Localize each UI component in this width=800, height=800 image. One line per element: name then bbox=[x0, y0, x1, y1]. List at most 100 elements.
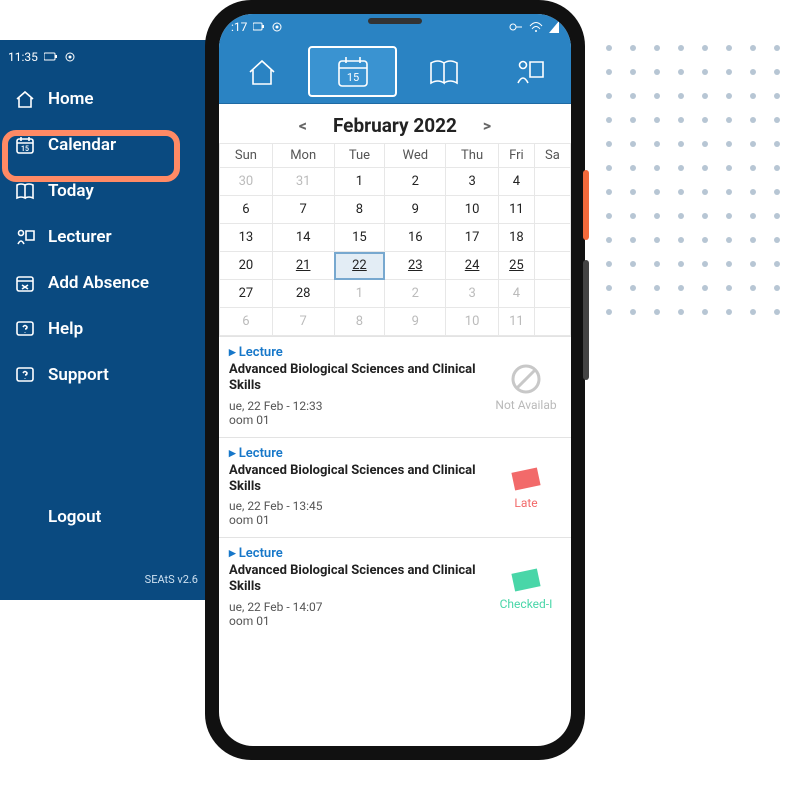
calendar-day[interactable]: 13 bbox=[220, 224, 273, 252]
event-item[interactable]: LectureAdvanced Biological Sciences and … bbox=[219, 537, 571, 638]
sidebar-item-support[interactable]: Support bbox=[0, 352, 210, 398]
weekday-header: Wed bbox=[385, 144, 446, 168]
calendar-grid: SunMonTueWedThuFriSa 3031123467891011131… bbox=[219, 143, 571, 336]
calendar-day[interactable]: 18 bbox=[499, 224, 535, 252]
not-available-icon bbox=[509, 362, 543, 396]
calendar-day[interactable]: 3 bbox=[446, 168, 499, 196]
battery-icon bbox=[44, 52, 58, 62]
calendar-day[interactable]: 6 bbox=[220, 308, 273, 336]
tab-lecturer[interactable] bbox=[486, 40, 571, 103]
calendar-day[interactable]: 4 bbox=[499, 280, 535, 308]
calendar-day[interactable]: 7 bbox=[272, 196, 334, 224]
calendar-day[interactable]: 1 bbox=[334, 280, 385, 308]
event-tag: Lecture bbox=[229, 546, 561, 561]
sidebar-item-label: Support bbox=[48, 365, 109, 385]
next-month-button[interactable]: > bbox=[475, 112, 499, 139]
calendar-day[interactable]: 7 bbox=[272, 308, 334, 336]
sidebar-time: 11:35 bbox=[8, 50, 38, 64]
calendar-day[interactable]: 16 bbox=[385, 224, 446, 252]
sidebar-item-label: Today bbox=[48, 181, 94, 201]
calendar-day[interactable]: 30 bbox=[220, 168, 273, 196]
calendar-day[interactable]: 21 bbox=[272, 252, 334, 280]
battery-icon bbox=[253, 22, 265, 32]
calendar-day[interactable]: 22 bbox=[334, 252, 385, 280]
event-room: oom 01 bbox=[229, 513, 561, 527]
signal-icon bbox=[549, 21, 559, 33]
calendar-day[interactable]: 31 bbox=[272, 168, 334, 196]
calendar-day[interactable]: 15 bbox=[334, 224, 385, 252]
help-icon bbox=[14, 318, 36, 340]
calendar-day[interactable]: 2 bbox=[385, 168, 446, 196]
tab-bar: 15 bbox=[219, 40, 571, 104]
absence-icon bbox=[14, 272, 36, 294]
month-label: February 2022 bbox=[333, 114, 457, 137]
calendar-day[interactable]: 11 bbox=[499, 196, 535, 224]
event-status: Not Availab bbox=[487, 362, 565, 412]
tab-calendar[interactable]: 15 bbox=[308, 46, 397, 97]
weekday-header: Fri bbox=[499, 144, 535, 168]
sidebar-item-label: Home bbox=[48, 89, 94, 109]
weekday-header: Sun bbox=[220, 144, 273, 168]
event-room: oom 01 bbox=[229, 413, 561, 427]
wifi-icon bbox=[529, 21, 543, 33]
tab-today[interactable] bbox=[401, 40, 486, 103]
phone-power-button bbox=[583, 170, 589, 240]
calendar-day[interactable]: 8 bbox=[334, 308, 385, 336]
sidebar-item-logout[interactable]: Logout bbox=[0, 494, 210, 540]
gear-icon bbox=[271, 21, 283, 33]
calendar-day bbox=[534, 168, 570, 196]
weekday-header: Thu bbox=[446, 144, 499, 168]
weekday-header: Mon bbox=[272, 144, 334, 168]
sidebar-version: SEAtS v2.6 bbox=[145, 573, 198, 586]
calendar-day[interactable]: 1 bbox=[334, 168, 385, 196]
sidebar-item-today[interactable]: Today bbox=[0, 168, 210, 214]
calendar-day[interactable]: 27 bbox=[220, 280, 273, 308]
event-status: Checked-I bbox=[487, 565, 565, 611]
calendar-day[interactable]: 2 bbox=[385, 280, 446, 308]
spacer-icon bbox=[14, 506, 36, 528]
late-ticket-icon bbox=[509, 464, 543, 494]
event-item[interactable]: LectureAdvanced Biological Sciences and … bbox=[219, 437, 571, 538]
calendar-day[interactable]: 10 bbox=[446, 308, 499, 336]
sidebar: 11:35 Home 15 Calendar Today Lecturer Ad… bbox=[0, 40, 210, 600]
event-tag: Lecture bbox=[229, 446, 561, 461]
calendar-day[interactable]: 24 bbox=[446, 252, 499, 280]
calendar-day[interactable]: 8 bbox=[334, 196, 385, 224]
sidebar-item-home[interactable]: Home bbox=[0, 76, 210, 122]
gear-icon bbox=[64, 51, 76, 63]
calendar-day[interactable]: 6 bbox=[220, 196, 273, 224]
calendar-day[interactable]: 28 bbox=[272, 280, 334, 308]
calendar-day[interactable]: 4 bbox=[499, 168, 535, 196]
calendar-day[interactable]: 23 bbox=[385, 252, 446, 280]
sidebar-item-add-absence[interactable]: Add Absence bbox=[0, 260, 210, 306]
calendar-day[interactable]: 11 bbox=[499, 308, 535, 336]
sidebar-item-label: Add Absence bbox=[48, 273, 149, 293]
sidebar-logout-label: Logout bbox=[48, 507, 101, 527]
calendar-day[interactable]: 20 bbox=[220, 252, 273, 280]
calendar-day[interactable]: 14 bbox=[272, 224, 334, 252]
svg-text:15: 15 bbox=[21, 145, 29, 153]
calendar-body: 3031123467891011131415161718202122232425… bbox=[220, 168, 571, 336]
events-list: LectureAdvanced Biological Sciences and … bbox=[219, 336, 571, 746]
calendar-day bbox=[534, 308, 570, 336]
weekday-header: Sa bbox=[534, 144, 570, 168]
calendar-day[interactable]: 3 bbox=[446, 280, 499, 308]
calendar-day[interactable]: 17 bbox=[446, 224, 499, 252]
sidebar-item-help[interactable]: Help bbox=[0, 306, 210, 352]
tab-home[interactable] bbox=[219, 40, 304, 103]
sidebar-item-label: Help bbox=[48, 319, 83, 339]
calendar-day[interactable]: 10 bbox=[446, 196, 499, 224]
event-room: oom 01 bbox=[229, 614, 561, 628]
phone-earpiece bbox=[368, 18, 422, 24]
sidebar-item-calendar[interactable]: 15 Calendar bbox=[0, 122, 210, 168]
sidebar-item-lecturer[interactable]: Lecturer bbox=[0, 214, 210, 260]
calendar-day bbox=[534, 224, 570, 252]
phone-screen: :17 15 bbox=[219, 14, 571, 746]
home-icon bbox=[14, 88, 36, 110]
prev-month-button[interactable]: < bbox=[291, 112, 315, 139]
support-icon bbox=[14, 364, 36, 386]
calendar-day[interactable]: 25 bbox=[499, 252, 535, 280]
event-item[interactable]: LectureAdvanced Biological Sciences and … bbox=[219, 336, 571, 437]
calendar-day[interactable]: 9 bbox=[385, 308, 446, 336]
calendar-day[interactable]: 9 bbox=[385, 196, 446, 224]
